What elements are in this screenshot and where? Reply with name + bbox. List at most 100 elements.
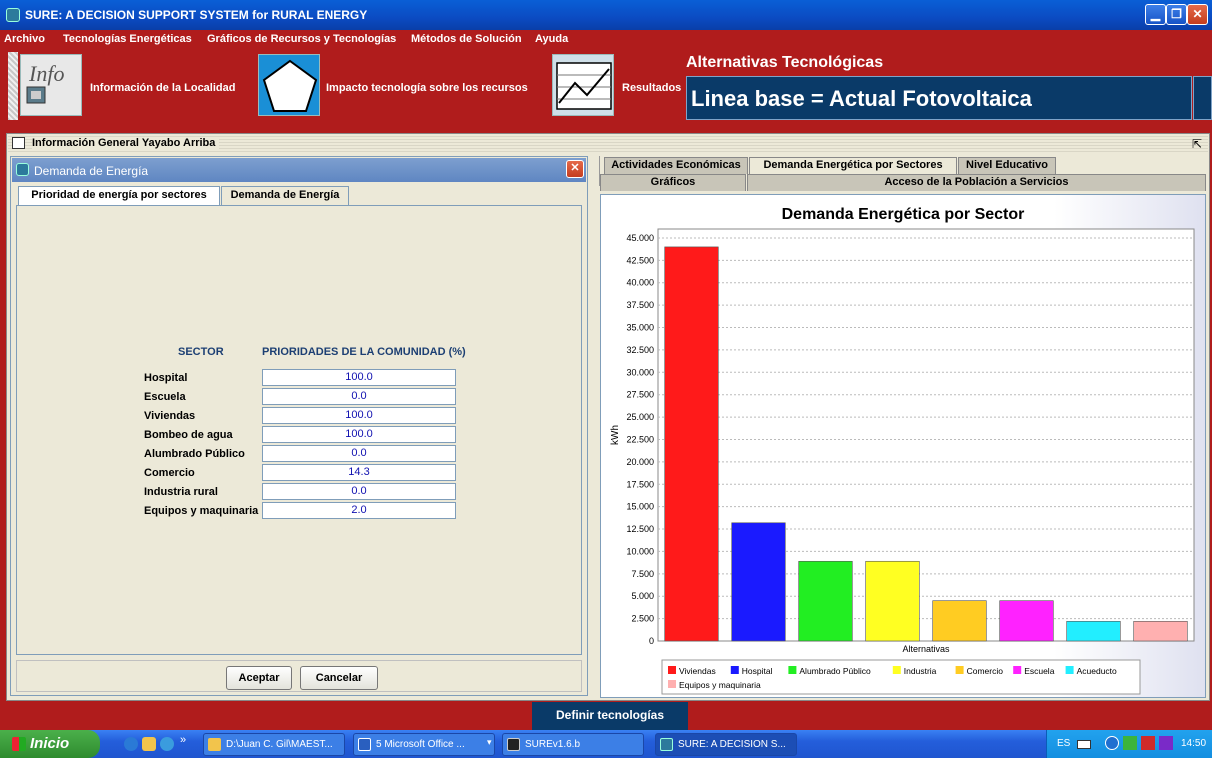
task-label: SUREv1.6.b (525, 739, 581, 750)
legend-swatch (892, 666, 901, 674)
system-tray: ES 14:50 (1046, 730, 1212, 758)
tray-app-icon[interactable] (1159, 736, 1173, 750)
y-tick-label: 40.000 (626, 278, 654, 288)
ie-icon[interactable] (124, 737, 138, 751)
alternativas-title: Alternativas Tecnológicas (686, 54, 884, 71)
bar-equipos-y-maquinaria (1133, 620, 1188, 642)
task-sure[interactable]: SURE: A DECISION S... (655, 733, 797, 756)
linea-base-scrollbar[interactable] (1193, 76, 1212, 120)
y-tick-label: 27.500 (626, 390, 654, 400)
tab-demanda-sectores[interactable]: Demanda Energética por Sectores (749, 157, 957, 174)
word-icon (358, 738, 371, 751)
task-office[interactable]: 5 Microsoft Office ... (353, 733, 495, 756)
close-button[interactable]: ✕ (1187, 4, 1208, 25)
menu-graficos[interactable]: Gráficos de Recursos y Tecnologías (207, 33, 396, 45)
bar-comercio (932, 600, 987, 642)
aceptar-button[interactable]: Aceptar (226, 666, 292, 690)
sector-label: Equipos y maquinaria (144, 505, 259, 517)
y-axis-label: kWh (610, 425, 621, 445)
language-indicator[interactable]: ES (1057, 738, 1070, 749)
cancelar-button[interactable]: Cancelar (300, 666, 378, 690)
task-label: SURE: A DECISION S... (678, 739, 786, 750)
linea-base-text: Linea base = Actual Fotovoltaica (691, 86, 1032, 111)
tab-prioridad[interactable]: Prioridad de energía por sectores (18, 186, 220, 206)
start-button[interactable]: Inicio (0, 730, 100, 758)
bar-hospital (731, 522, 786, 642)
priority-field[interactable]: 100.0 (262, 369, 456, 386)
tab-nivel-educativo[interactable]: Nivel Educativo (958, 157, 1056, 174)
info-localidad-label: Información de la Localidad (90, 82, 236, 94)
app-icon (6, 8, 20, 22)
antivirus-icon[interactable] (1141, 736, 1155, 750)
tab-acceso-servicios[interactable]: Acceso de la Población a Servicios (747, 174, 1206, 191)
priority-field[interactable]: 14.3 (262, 464, 456, 481)
sector-label: Industria rural (144, 486, 218, 498)
priority-field[interactable]: 100.0 (262, 426, 456, 443)
y-tick-label: 20.000 (626, 457, 654, 467)
task-group-arrow-icon[interactable]: ▾ (487, 737, 492, 748)
network-icon[interactable] (1123, 736, 1137, 750)
info-icon: Info (20, 54, 82, 116)
y-tick-label: 17.500 (626, 479, 654, 489)
legend-label: Viviendas (679, 666, 716, 676)
impacto-button[interactable]: Impacto tecnología sobre los recursos (258, 52, 538, 120)
demanda-close-button[interactable]: ✕ (566, 160, 584, 178)
menu-tecnologias[interactable]: Tecnologías Energéticas (63, 33, 192, 45)
sector-header: SECTOR (178, 346, 224, 358)
priority-field[interactable]: 0.0 (262, 483, 456, 500)
tab-demanda[interactable]: Demanda de Energía (221, 186, 349, 205)
legend-label: Alumbrado Público (799, 666, 871, 676)
back-icon[interactable] (1105, 736, 1119, 750)
demanda-frame-title: Demanda de Energía (34, 164, 149, 178)
title-bar: SURE: A DECISION SUPPORT SYSTEM for RURA… (0, 0, 1212, 30)
legend-swatch (1013, 666, 1022, 674)
svg-text:Info: Info (28, 61, 64, 86)
window-icon (12, 137, 25, 149)
browser-icon[interactable] (160, 737, 174, 751)
legend-swatch (668, 666, 676, 674)
y-tick-label: 35.000 (626, 323, 654, 333)
sector-label: Comercio (144, 467, 195, 479)
maximize-icon[interactable]: ⇱ (1192, 137, 1202, 151)
legend-swatch (1065, 666, 1074, 674)
dialog-button-bar (16, 660, 582, 692)
tab-actividades[interactable]: Actividades Económicas (604, 157, 748, 174)
y-tick-label: 2.500 (631, 614, 654, 624)
definir-tecnologias-button[interactable]: Definir tecnologías (532, 702, 688, 730)
bar-viviendas (664, 246, 719, 642)
task-console[interactable]: SUREv1.6.b (502, 733, 644, 756)
bar-alumbrado-público (798, 560, 853, 642)
toolbar-grip[interactable] (8, 52, 18, 120)
menu-bar: Archivo Tecnologías Energéticas Gráficos… (0, 30, 1212, 50)
bar-acueducto (1066, 620, 1121, 642)
minimize-button[interactable]: ▁ (1145, 4, 1166, 25)
menu-metodos[interactable]: Métodos de Solución (411, 33, 522, 45)
bar-industria (865, 560, 920, 642)
legend-swatch (730, 666, 739, 674)
console-icon (507, 738, 520, 751)
menu-archivo[interactable]: Archivo (4, 33, 45, 45)
linea-base-display[interactable]: Linea base = Actual Fotovoltaica (686, 76, 1192, 120)
keyboard-icon[interactable] (1077, 740, 1091, 749)
priority-field[interactable]: 0.0 (262, 388, 456, 405)
sector-label: Bombeo de agua (144, 429, 233, 441)
folder-icon[interactable] (142, 737, 156, 751)
priority-field[interactable]: 2.0 (262, 502, 456, 519)
impacto-label: Impacto tecnología sobre los recursos (326, 82, 528, 94)
sector-label: Alumbrado Público (144, 448, 245, 460)
tab-graficos[interactable]: Gráficos (600, 174, 746, 191)
quicklaunch-overflow-icon[interactable]: » (180, 734, 186, 746)
resultados-button[interactable]: Resultados (552, 52, 684, 120)
maximize-button[interactable]: ❐ (1166, 4, 1187, 25)
task-folder[interactable]: D:\Juan C. Gil\MAEST... (203, 733, 345, 756)
menu-ayuda[interactable]: Ayuda (535, 33, 568, 45)
info-localidad-button[interactable]: Info Información de la Localidad (20, 52, 240, 120)
priority-field[interactable]: 0.0 (262, 445, 456, 462)
legend-label: Comercio (967, 666, 1004, 676)
y-tick-label: 37.500 (626, 300, 654, 310)
inner-frame-title: Información General Yayabo Arriba (32, 137, 220, 149)
priority-field[interactable]: 100.0 (262, 407, 456, 424)
demanda-frame-titlebar: Demanda de Energía (12, 158, 586, 182)
legend-label: Escuela (1024, 666, 1055, 676)
legend-swatch (955, 666, 964, 674)
